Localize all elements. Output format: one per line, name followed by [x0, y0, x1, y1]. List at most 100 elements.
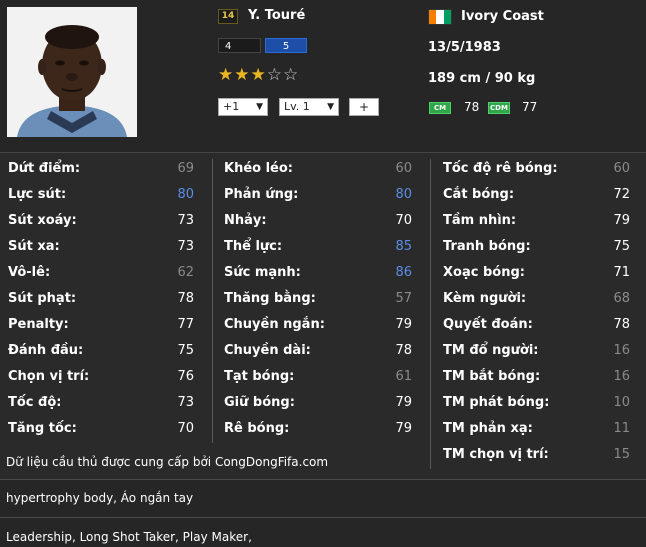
season-badge: 14: [218, 9, 238, 24]
stat-row: Sút xa: 73: [0, 237, 210, 263]
stat-label: Dứt điểm:: [8, 161, 81, 176]
stat-label: Khéo léo:: [224, 161, 294, 176]
stat-value: 78: [613, 317, 630, 332]
player-photo: [7, 7, 137, 137]
skills-row: Leadership, Long Shot Taker, Play Maker,: [0, 517, 646, 547]
stat-row: Tranh bóng: 75: [433, 237, 646, 263]
stats-panel: Dứt điểm: 69 Lực sút: 80 Sút xoáy: 73 Sút xa: 7…: [0, 152, 646, 479]
stat-row: Tốc độ: 73: [0, 393, 210, 419]
stat-value: 80: [177, 187, 194, 202]
stat-label: Nhảy:: [224, 213, 267, 228]
stat-label: Chuyền ngắn:: [224, 317, 325, 332]
stat-value: 16: [613, 369, 630, 384]
nation-name: Ivory Coast: [461, 9, 544, 24]
stat-row: Penalty: 77: [0, 315, 210, 341]
stat-value: 78: [395, 343, 412, 358]
stat-row: Tạt bóng: 61: [214, 367, 424, 393]
stat-row: Vô-lê: 62: [0, 263, 210, 289]
stat-label: Xoạc bóng:: [443, 265, 525, 280]
stat-value: 79: [613, 213, 630, 228]
stat-row: Thể lực: 85: [214, 237, 424, 263]
stat-row: Chuyền ngắn: 79: [214, 315, 424, 341]
stat-label: Giữ bóng:: [224, 395, 295, 410]
stat-row: Thăng bằng: 57: [214, 289, 424, 315]
stat-label: Kèm người:: [443, 291, 527, 306]
stat-label: Cắt bóng:: [443, 187, 515, 202]
stat-label: Tốc độ rê bóng:: [443, 161, 558, 176]
stat-row: Quyết đoán: 78: [433, 315, 646, 341]
stat-label: Lực sút:: [8, 187, 67, 202]
player-name: Y. Touré: [248, 8, 306, 23]
stat-label: Đánh đầu:: [8, 343, 84, 358]
stat-row: Rê bóng: 79: [214, 419, 424, 445]
stat-label: TM đổ người:: [443, 343, 539, 358]
traits-text: hypertrophy body, Áo ngắn tay: [6, 491, 194, 505]
upgrade-select-value: +1: [223, 100, 240, 113]
upgrade-select[interactable]: +1 ▼: [218, 98, 268, 116]
stat-label: TM phản xạ:: [443, 421, 533, 436]
stat-row: TM phát bóng: 10: [433, 393, 646, 419]
stat-label: Tăng tốc:: [8, 421, 77, 436]
stat-row: Tăng tốc: 70: [0, 419, 210, 445]
stat-row: TM đổ người: 16: [433, 341, 646, 367]
stat-row: Tốc độ rê bóng: 60: [433, 159, 646, 185]
stat-label: Penalty:: [8, 317, 69, 332]
stat-value: 16: [613, 343, 630, 358]
stat-value: 72: [613, 187, 630, 202]
stat-label: Tốc độ:: [8, 395, 62, 410]
stat-label: Vô-lê:: [8, 265, 51, 280]
player-header: 14 Y. Touré 4 5 ★★★☆☆ +1 ▼ Lv. 1 ▼ + Ivo…: [0, 0, 646, 152]
stat-row: Cắt bóng: 72: [433, 185, 646, 211]
stat-value: 85: [395, 239, 412, 254]
stat-label: Tranh bóng:: [443, 239, 531, 254]
chevron-down-icon: ▼: [327, 102, 334, 112]
stat-row: Đánh đầu: 75: [0, 341, 210, 367]
ovr-bar-upgrade: 5: [265, 38, 307, 53]
stats-column-physical: Khéo léo: 60 Phản ứng: 80 Nhảy: 70 Thể lực: 85 S…: [214, 159, 424, 445]
column-divider: [212, 159, 213, 443]
empty-stars-icon: ☆☆: [266, 65, 300, 85]
stat-row: Xoạc bóng: 71: [433, 263, 646, 289]
stat-label: Quyết đoán:: [443, 317, 533, 332]
stat-value: 70: [395, 213, 412, 228]
stat-value: 10: [613, 395, 630, 410]
stat-value: 62: [177, 265, 194, 280]
stat-row: Sức mạnh: 86: [214, 263, 424, 289]
stat-row: Sút xoáy: 73: [0, 211, 210, 237]
stat-value: 76: [177, 369, 194, 384]
column-divider: [430, 159, 431, 469]
stat-label: Chọn vị trí:: [8, 369, 90, 384]
stat-row: Nhảy: 70: [214, 211, 424, 237]
stat-label: TM phát bóng:: [443, 395, 550, 410]
stat-value: 15: [613, 447, 630, 462]
stat-value: 79: [395, 395, 412, 410]
stat-row: Chuyền dài: 78: [214, 341, 424, 367]
stat-label: Thăng bằng:: [224, 291, 316, 306]
stat-row: Lực sút: 80: [0, 185, 210, 211]
add-button[interactable]: +: [349, 98, 379, 116]
stat-value: 70: [177, 421, 194, 436]
stat-value: 71: [613, 265, 630, 280]
stat-value: 79: [395, 317, 412, 332]
height-weight: 189 cm / 90 kg: [428, 71, 536, 86]
stat-row: Dứt điểm: 69: [0, 159, 210, 185]
stat-row: Sút phạt: 78: [0, 289, 210, 315]
position-rating-cm: 78: [464, 100, 480, 114]
stat-label: TM bắt bóng:: [443, 369, 541, 384]
stat-row: Giữ bóng: 79: [214, 393, 424, 419]
stat-label: Sút phạt:: [8, 291, 77, 306]
chevron-down-icon: ▼: [256, 102, 263, 112]
stat-value: 75: [613, 239, 630, 254]
position-rating-cdm: 77: [522, 100, 538, 114]
stat-value: 86: [395, 265, 412, 280]
stat-label: Tầm nhìn:: [443, 213, 517, 228]
ivory-coast-flag-icon: [428, 9, 452, 25]
level-select-value: Lv. 1: [284, 100, 310, 113]
stat-value: 80: [395, 187, 412, 202]
position-badge-cdm: CDM: [488, 102, 510, 114]
position-badge-cm: CM: [429, 102, 451, 114]
stat-row: Tầm nhìn: 79: [433, 211, 646, 237]
level-select[interactable]: Lv. 1 ▼: [279, 98, 339, 116]
stat-label: Chuyền dài:: [224, 343, 311, 358]
stat-label: Thể lực:: [224, 239, 283, 254]
